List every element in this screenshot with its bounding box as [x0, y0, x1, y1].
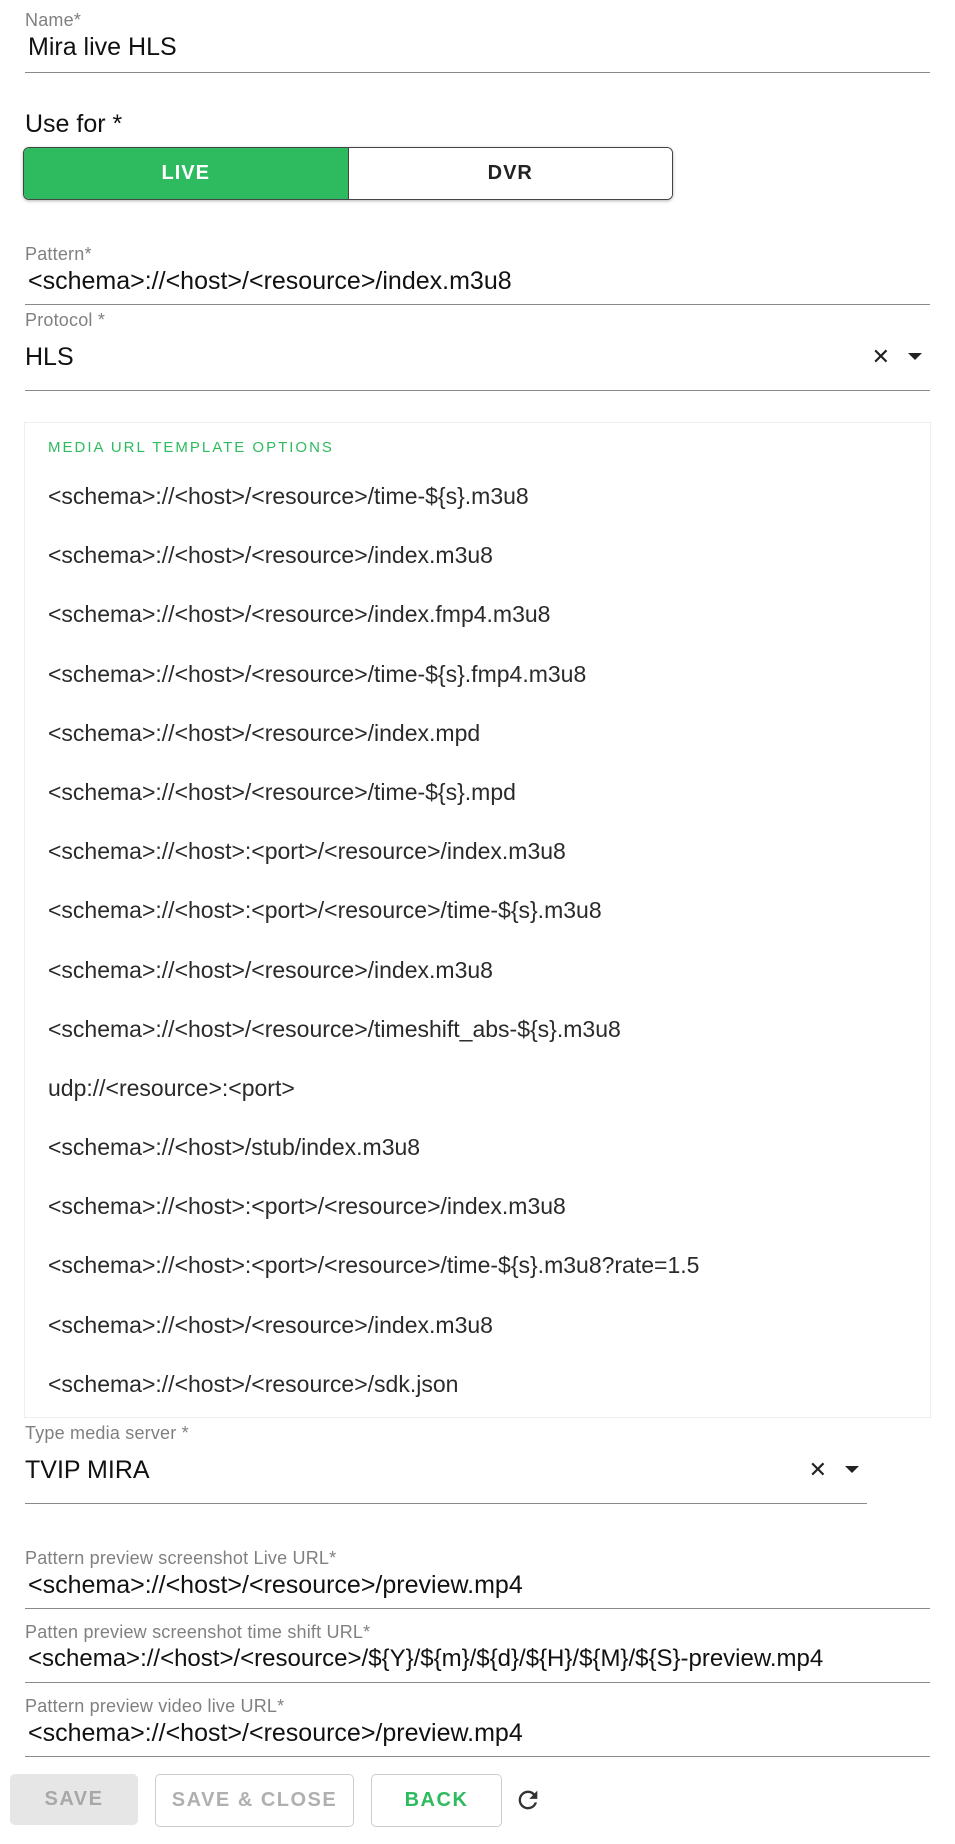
close-icon[interactable]: ✕ [872, 344, 890, 370]
media-server-select[interactable]: Type media server * TVIP MIRA ✕ [25, 1423, 867, 1504]
use-for-label: Use for * [25, 110, 123, 138]
chevron-down-icon[interactable] [908, 353, 922, 360]
save-button[interactable]: SAVE [10, 1774, 138, 1825]
pattern-input[interactable]: <schema>://<host>/<resource>/index.m3u8 [25, 267, 930, 296]
preview-shift-label: Patten preview screenshot time shift URL… [25, 1622, 371, 1642]
dropdown-header: MEDIA URL TEMPLATE OPTIONS [48, 439, 334, 456]
dropdown-option[interactable]: <schema>://<host>/<resource>/index.m3u8 [25, 1305, 930, 1364]
dropdown-option[interactable]: <schema>://<host>/<resource>/timeshift_a… [25, 1009, 930, 1068]
video-live-label: Pattern preview video live URL* [25, 1696, 285, 1716]
name-input[interactable]: Mira live HLS [25, 33, 930, 62]
protocol-label: Protocol * [25, 310, 106, 330]
media-server-label: Type media server * [25, 1423, 189, 1443]
use-for-toggle[interactable]: LIVE DVR [23, 147, 673, 200]
toggle-live[interactable]: LIVE [24, 148, 349, 199]
media-url-template-dropdown: MEDIA URL TEMPLATE OPTIONS <schema>://<h… [25, 423, 930, 1417]
preview-shift-input[interactable]: <schema>://<host>/<resource>/${Y}/${m}/$… [25, 1645, 930, 1673]
dropdown-option[interactable]: <schema>://<host>/<resource>/time-${s}.m… [25, 772, 930, 831]
dropdown-option[interactable]: <schema>://<host>/<resource>/index.m3u8 [25, 535, 930, 594]
pattern-label: Pattern* [25, 244, 92, 264]
save-close-button[interactable]: SAVE & CLOSE [155, 1774, 354, 1827]
dropdown-options: <schema>://<host>/<resource>/time-${s}.m… [25, 476, 930, 1423]
protocol-select[interactable]: Protocol * HLS ✕ [25, 310, 930, 391]
dropdown-option[interactable]: <schema>://<host>:<port>/<resource>/inde… [25, 1186, 930, 1245]
preview-live-label: Pattern preview screenshot Live URL* [25, 1548, 337, 1568]
dropdown-option[interactable]: <schema>://<host>:<port>/<resource>/inde… [25, 831, 930, 890]
dropdown-option[interactable]: <schema>://<host>/<resource>/time-${s}.f… [25, 654, 930, 713]
preview-live-input[interactable]: <schema>://<host>/<resource>/preview.mp4 [25, 1571, 930, 1600]
video-live-field[interactable]: Pattern preview video live URL* <schema>… [25, 1696, 930, 1757]
dropdown-option[interactable]: udp://<resource>:<port> [25, 1068, 930, 1127]
pattern-field[interactable]: Pattern* <schema>://<host>/<resource>/in… [25, 244, 930, 305]
name-label: Name* [25, 10, 82, 30]
preview-shift-field[interactable]: Patten preview screenshot time shift URL… [25, 1622, 930, 1683]
dropdown-option[interactable]: <schema>://<host>/<resource>/index.m3u8 [25, 950, 930, 1009]
dropdown-option[interactable]: <schema>://<host>/<resource>/index.mpd [25, 713, 930, 772]
dropdown-option[interactable]: <schema>://<host>/<resource>/index.fmp4.… [25, 594, 930, 653]
dropdown-option[interactable]: <schema>://<host>/<resource>/sdk.json [25, 1364, 930, 1423]
dropdown-option[interactable]: <schema>://<host>:<port>/<resource>/time… [25, 890, 930, 949]
toggle-dvr[interactable]: DVR [348, 148, 672, 199]
dropdown-option[interactable]: <schema>://<host>:<port>/<resource>/time… [25, 1245, 930, 1304]
back-button[interactable]: BACK [371, 1774, 502, 1827]
close-icon[interactable]: ✕ [809, 1457, 827, 1483]
video-live-input[interactable]: <schema>://<host>/<resource>/preview.mp4 [25, 1719, 930, 1748]
name-field[interactable]: Name* Mira live HLS [25, 10, 930, 73]
refresh-icon[interactable] [514, 1786, 542, 1814]
media-server-value: TVIP MIRA [25, 1456, 150, 1484]
protocol-value: HLS [25, 343, 74, 371]
dropdown-option[interactable]: <schema>://<host>/<resource>/time-${s}.m… [25, 476, 930, 535]
chevron-down-icon[interactable] [845, 1466, 859, 1473]
dropdown-option[interactable]: <schema>://<host>/stub/index.m3u8 [25, 1127, 930, 1186]
preview-live-field[interactable]: Pattern preview screenshot Live URL* <sc… [25, 1548, 930, 1609]
